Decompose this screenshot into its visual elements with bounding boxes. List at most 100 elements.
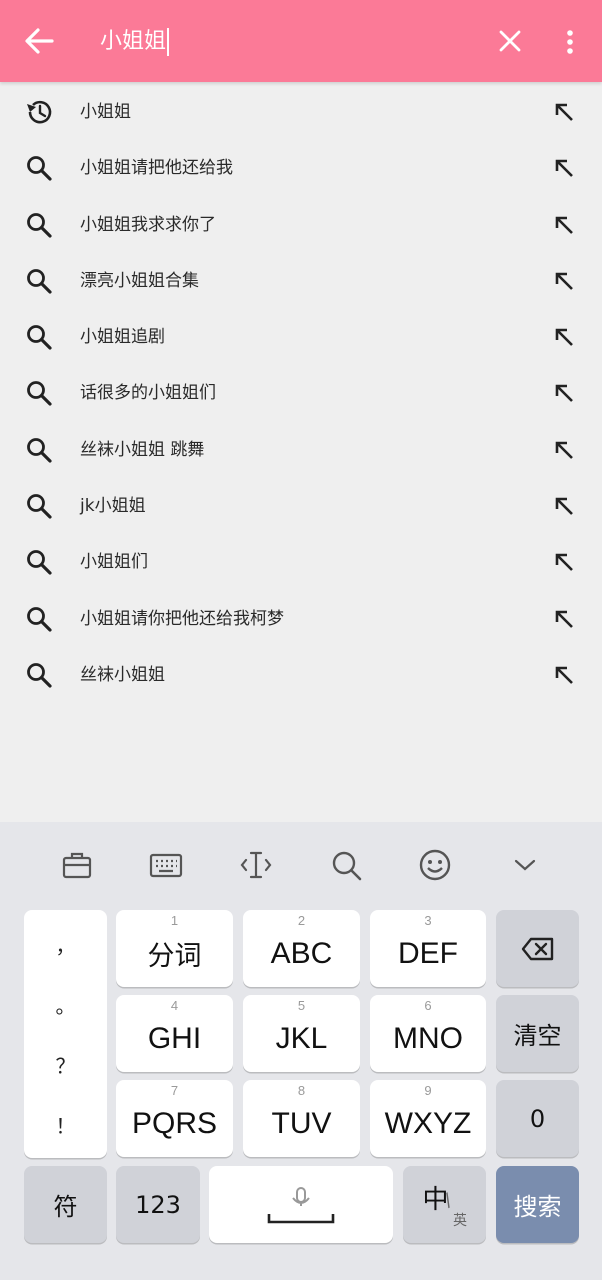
suggestion-list: 小姐姐 小姐姐请把他还给我 小姐姐我求求你了 漂亮小姐姐合集 小姐姐追剧 话很多… <box>0 84 602 703</box>
emoji-icon[interactable] <box>418 848 452 882</box>
key-label: PQRS <box>131 1106 218 1140</box>
language-switch-key[interactable]: 中 / 英 <box>403 1166 486 1243</box>
key-label: WXYZ <box>384 1106 472 1140</box>
text-caret <box>167 28 170 56</box>
symbol-key[interactable]: 符 <box>24 1166 107 1243</box>
key-label: GHI <box>147 1021 202 1055</box>
key-number: 9 <box>424 1083 432 1098</box>
search-query-text: 小姐姐 <box>100 29 167 54</box>
keyboard-icon[interactable] <box>149 848 183 882</box>
suggestion-text: 话很多的小姐姐们 <box>80 383 216 404</box>
microphone-icon <box>267 1186 335 1223</box>
key-9[interactable]: 9 WXYZ <box>370 1080 486 1157</box>
search-input[interactable]: 小姐姐 <box>100 26 170 58</box>
fill-query-arrow-icon[interactable] <box>552 663 576 687</box>
punct-key[interactable]: ？ <box>24 1050 107 1079</box>
suggestion-item[interactable]: 漂亮小姐姐合集 <box>0 253 602 309</box>
key-number: 6 <box>424 998 432 1013</box>
key-label: 符 <box>53 1193 78 1221</box>
key-3[interactable]: 3 DEF <box>370 910 486 987</box>
fill-query-arrow-icon[interactable] <box>552 269 576 293</box>
fill-query-arrow-icon[interactable] <box>552 494 576 518</box>
suggestion-text: 小姐姐我求求你了 <box>80 214 216 235</box>
search-icon <box>27 494 52 519</box>
search-icon <box>27 268 52 294</box>
key-number: 8 <box>297 1083 306 1098</box>
key-1[interactable]: 1 分词 <box>116 910 233 987</box>
key-8[interactable]: 8 TUV <box>243 1080 360 1157</box>
key-number: 3 <box>424 913 432 928</box>
key-6[interactable]: 6 MNO <box>370 995 486 1072</box>
clear-icon[interactable] <box>498 29 522 53</box>
backspace-key[interactable] <box>496 910 579 987</box>
suggestion-text: 丝袜小姐姐 跳舞 <box>80 439 205 460</box>
key-label: 搜索 <box>513 1193 562 1221</box>
punct-key[interactable]: ， <box>24 930 107 959</box>
key-0[interactable]: 0 <box>496 1080 579 1157</box>
punctuation-column: ， 。 ？ ！ <box>24 910 107 1158</box>
backspace-icon <box>521 937 553 960</box>
suggestion-text: 小姐姐请你把他还给我柯梦 <box>80 608 284 629</box>
back-arrow-icon[interactable] <box>22 26 56 56</box>
fill-query-arrow-icon[interactable] <box>552 213 576 237</box>
suggestion-item[interactable]: 小姐姐请把他还给我 <box>0 140 602 196</box>
key-number: 2 <box>297 913 306 928</box>
suggestion-text: 小姐姐们 <box>80 552 148 573</box>
search-key[interactable]: 搜索 <box>496 1166 579 1243</box>
suggestion-item[interactable]: 丝袜小姐姐 跳舞 <box>0 422 602 478</box>
briefcase-icon[interactable] <box>60 848 94 882</box>
more-options-icon[interactable] <box>560 28 580 56</box>
lang-sub-label: 英 <box>453 1213 467 1229</box>
punct-key[interactable]: ！ <box>24 1110 107 1139</box>
fill-query-arrow-icon[interactable] <box>552 100 576 124</box>
punct-key[interactable]: 。 <box>24 990 107 1019</box>
suggestion-item[interactable]: 小姐姐 <box>0 84 602 140</box>
suggestion-item[interactable]: jk小姐姐 <box>0 478 602 534</box>
key-label: DEF <box>398 936 458 970</box>
chevron-down-icon[interactable] <box>508 848 542 882</box>
key-2[interactable]: 2 ABC <box>243 910 360 987</box>
search-icon[interactable] <box>329 848 363 882</box>
key-label: TUV <box>271 1106 332 1140</box>
search-icon <box>27 437 52 463</box>
key-label: MNO <box>393 1021 463 1055</box>
suggestion-item[interactable]: 小姐姐们 <box>0 534 602 590</box>
suggestion-text: 小姐姐追剧 <box>80 327 165 348</box>
key-label: 0 <box>529 1104 546 1133</box>
suggestion-item[interactable]: 小姐姐我求求你了 <box>0 197 602 253</box>
suggestion-text: 小姐姐 <box>80 102 131 122</box>
key-number: 5 <box>297 998 306 1013</box>
text-cursor-icon[interactable] <box>239 848 273 882</box>
key-label: 清空 <box>513 1022 562 1050</box>
key-label: ABC <box>270 936 333 970</box>
numeric-key[interactable]: 123 <box>116 1166 200 1243</box>
fill-query-arrow-icon[interactable] <box>552 156 576 180</box>
key-number: 7 <box>170 1083 179 1098</box>
fill-query-arrow-icon[interactable] <box>552 550 576 574</box>
key-label: JKL <box>275 1021 328 1055</box>
fill-query-arrow-icon[interactable] <box>552 325 576 349</box>
suggestion-item[interactable]: 小姐姐请你把他还给我柯梦 <box>0 591 602 647</box>
suggestion-item[interactable]: 丝袜小姐姐 <box>0 647 602 703</box>
search-icon <box>27 381 52 407</box>
search-icon <box>27 550 52 575</box>
suggestion-text: 小姐姐请把他还给我 <box>80 158 233 179</box>
search-icon <box>27 212 52 238</box>
key-7[interactable]: 7 PQRS <box>116 1080 233 1157</box>
space-key[interactable] <box>209 1166 393 1243</box>
history-icon <box>27 100 52 124</box>
key-5[interactable]: 5 JKL <box>243 995 360 1072</box>
suggestion-item[interactable]: 小姐姐追剧 <box>0 309 602 365</box>
search-bar: 小姐姐 <box>0 0 602 82</box>
fill-query-arrow-icon[interactable] <box>552 438 576 462</box>
clear-key[interactable]: 清空 <box>496 995 579 1072</box>
fill-query-arrow-icon[interactable] <box>552 381 576 405</box>
suggestion-text: 漂亮小姐姐合集 <box>80 270 199 291</box>
suggestion-item[interactable]: 话很多的小姐姐们 <box>0 365 602 421</box>
key-label: 分词 <box>147 941 202 972</box>
key-4[interactable]: 4 GHI <box>116 995 233 1072</box>
search-icon <box>27 156 52 181</box>
ime-keyboard: ， 。 ？ ！ 1 分词 2 ABC 3 DEF 4 GHI 5 JKL 6 M… <box>0 822 602 1280</box>
fill-query-arrow-icon[interactable] <box>552 607 576 631</box>
search-icon <box>27 606 52 632</box>
